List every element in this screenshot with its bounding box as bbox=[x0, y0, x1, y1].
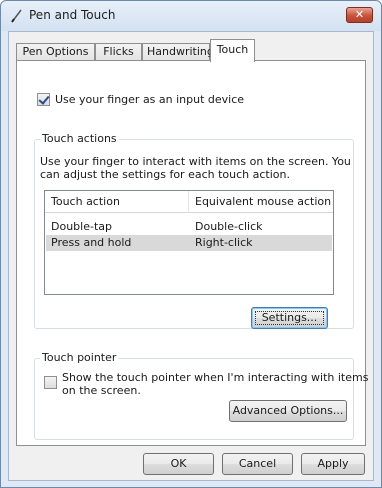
tab-flicks[interactable]: Flicks bbox=[95, 43, 142, 61]
advanced-options-label: Advanced Options... bbox=[232, 404, 344, 417]
apply-label: Apply bbox=[317, 457, 349, 470]
row-touch-action: Double-tap bbox=[51, 220, 112, 233]
tab-label: Flicks bbox=[103, 45, 134, 58]
tab-label: Handwriting bbox=[147, 45, 214, 58]
title-bar[interactable]: Pen and Touch ✕ bbox=[1, 1, 381, 31]
column-header-mouse-action[interactable]: Equivalent mouse action bbox=[195, 195, 331, 208]
tab-touch[interactable]: Touch bbox=[210, 39, 255, 62]
dialog-client-area: Pen Options Flicks Handwriting Touch Use… bbox=[8, 31, 374, 481]
tab-pen-options[interactable]: Pen Options bbox=[16, 43, 95, 61]
cancel-label: Cancel bbox=[238, 457, 277, 470]
tab-handwriting[interactable]: Handwriting bbox=[142, 43, 214, 61]
touch-actions-description-line2: can adjust the settings for each touch a… bbox=[40, 168, 290, 181]
use-finger-checkbox[interactable] bbox=[37, 93, 50, 106]
touch-actions-title: Touch actions bbox=[40, 132, 119, 145]
row-touch-action: Press and hold bbox=[51, 236, 132, 249]
window-title: Pen and Touch bbox=[29, 8, 116, 22]
row-mouse-action: Double-click bbox=[195, 220, 263, 233]
tab-label: Touch bbox=[216, 43, 249, 56]
list-header: Touch action Equivalent mouse action bbox=[45, 191, 333, 213]
touch-tab-panel: Use your finger as an input device Touch… bbox=[16, 60, 368, 446]
pen-and-touch-dialog: Pen and Touch ✕ Pen Options Flicks Handw… bbox=[0, 0, 382, 488]
row-mouse-action: Right-click bbox=[195, 236, 253, 249]
ok-button[interactable]: OK bbox=[143, 453, 214, 475]
apply-button[interactable]: Apply bbox=[301, 453, 365, 475]
use-finger-label[interactable]: Use your finger as an input device bbox=[55, 93, 244, 106]
ok-label: OK bbox=[170, 457, 187, 470]
cancel-button[interactable]: Cancel bbox=[222, 453, 293, 475]
list-row-double-tap[interactable]: Double-tap Double-click bbox=[46, 219, 332, 235]
touch-actions-list[interactable]: Touch action Equivalent mouse action Dou… bbox=[44, 190, 334, 295]
pen-icon bbox=[11, 9, 22, 23]
list-row-press-and-hold[interactable]: Press and hold Right-click bbox=[46, 235, 332, 251]
touch-pointer-title: Touch pointer bbox=[40, 351, 119, 364]
close-button[interactable]: ✕ bbox=[346, 7, 373, 23]
tab-label: Pen Options bbox=[22, 45, 89, 58]
close-icon: ✕ bbox=[354, 8, 365, 21]
settings-button[interactable]: Settings... bbox=[251, 307, 328, 329]
settings-button-label: Settings... bbox=[261, 311, 318, 324]
show-touch-pointer-checkbox[interactable] bbox=[44, 376, 57, 389]
touch-actions-description-line1: Use your finger to interact with items o… bbox=[40, 155, 351, 168]
column-divider[interactable] bbox=[188, 191, 189, 213]
show-touch-pointer-label-line1[interactable]: Show the touch pointer when I'm interact… bbox=[62, 371, 368, 384]
show-touch-pointer-label-line2[interactable]: on the screen. bbox=[62, 384, 141, 397]
column-header-touch-action[interactable]: Touch action bbox=[51, 195, 120, 208]
advanced-options-button[interactable]: Advanced Options... bbox=[229, 400, 347, 422]
